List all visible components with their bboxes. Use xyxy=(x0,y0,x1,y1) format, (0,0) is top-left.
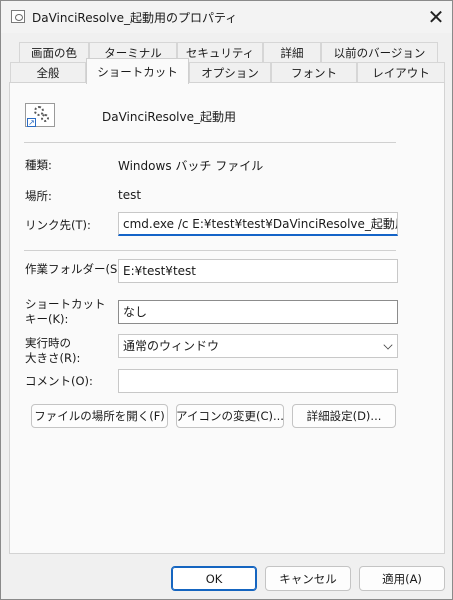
type-value: Windows バッチ ファイル xyxy=(118,159,264,173)
working-folder-label: 作業フォルダー(S): xyxy=(25,262,126,276)
location-label: 場所: xyxy=(25,189,52,203)
location-value: test xyxy=(118,188,142,202)
hotkey-label-line2: キー(K): xyxy=(25,312,69,326)
cancel-button[interactable]: キャンセル xyxy=(265,566,351,591)
run-size-value: 通常のウィンドウ xyxy=(123,339,220,353)
tab-options[interactable]: オプション xyxy=(189,62,271,83)
target-label: リンク先(T): xyxy=(25,218,91,232)
apply-button[interactable]: 適用(A) xyxy=(359,566,445,591)
properties-window: DaVinciResolve_起動用のプロパティ ✕ 画面の色 ターミナル セキ… xyxy=(0,0,453,600)
window-title: DaVinciResolve_起動用のプロパティ xyxy=(32,11,238,25)
tab-general[interactable]: 全般 xyxy=(10,62,86,83)
divider xyxy=(24,250,396,251)
run-size-label-line1: 実行時の xyxy=(25,336,71,350)
shortcut-app-icon xyxy=(11,10,25,23)
tab-font[interactable]: フォント xyxy=(271,62,357,83)
comment-label: コメント(O): xyxy=(25,374,93,388)
divider xyxy=(24,142,396,143)
run-size-select[interactable]: 通常のウィンドウ xyxy=(118,334,398,358)
title-bar[interactable]: DaVinciResolve_起動用のプロパティ ✕ xyxy=(1,1,452,33)
advanced-settings-button[interactable]: 詳細設定(D)... xyxy=(292,404,396,428)
ok-button[interactable]: OK xyxy=(171,566,257,591)
tab-security[interactable]: セキュリティ xyxy=(177,42,263,63)
working-folder-input[interactable]: E:¥test¥test xyxy=(118,259,398,283)
open-file-location-button[interactable]: ファイルの場所を開く(F) xyxy=(31,404,168,428)
chevron-down-icon xyxy=(383,340,393,350)
change-icon-button[interactable]: アイコンの変更(C)... xyxy=(176,404,284,428)
tab-details[interactable]: 詳細 xyxy=(263,42,321,63)
close-icon: ✕ xyxy=(427,5,445,29)
gears-icon: ↗ xyxy=(25,103,55,127)
shortcut-name: DaVinciResolve_起動用 xyxy=(102,110,237,124)
type-label: 種類: xyxy=(25,158,52,172)
tab-shortcut[interactable]: ショートカット xyxy=(86,58,189,84)
tab-previous-versions[interactable]: 以前のバージョン xyxy=(321,42,438,63)
tab-screen-colors[interactable]: 画面の色 xyxy=(19,42,89,63)
hotkey-label-line1: ショートカット xyxy=(25,297,106,311)
close-button[interactable]: ✕ xyxy=(419,3,453,31)
tab-layout[interactable]: レイアウト xyxy=(357,62,445,83)
run-size-label-line2: 大きさ(R): xyxy=(25,351,81,365)
comment-input[interactable] xyxy=(118,369,398,393)
target-input[interactable]: cmd.exe /c E:¥test¥test¥DaVinciResolve_起… xyxy=(118,212,398,236)
hotkey-input[interactable]: なし xyxy=(118,300,398,324)
shortcut-arrow-icon: ↗ xyxy=(27,118,36,127)
